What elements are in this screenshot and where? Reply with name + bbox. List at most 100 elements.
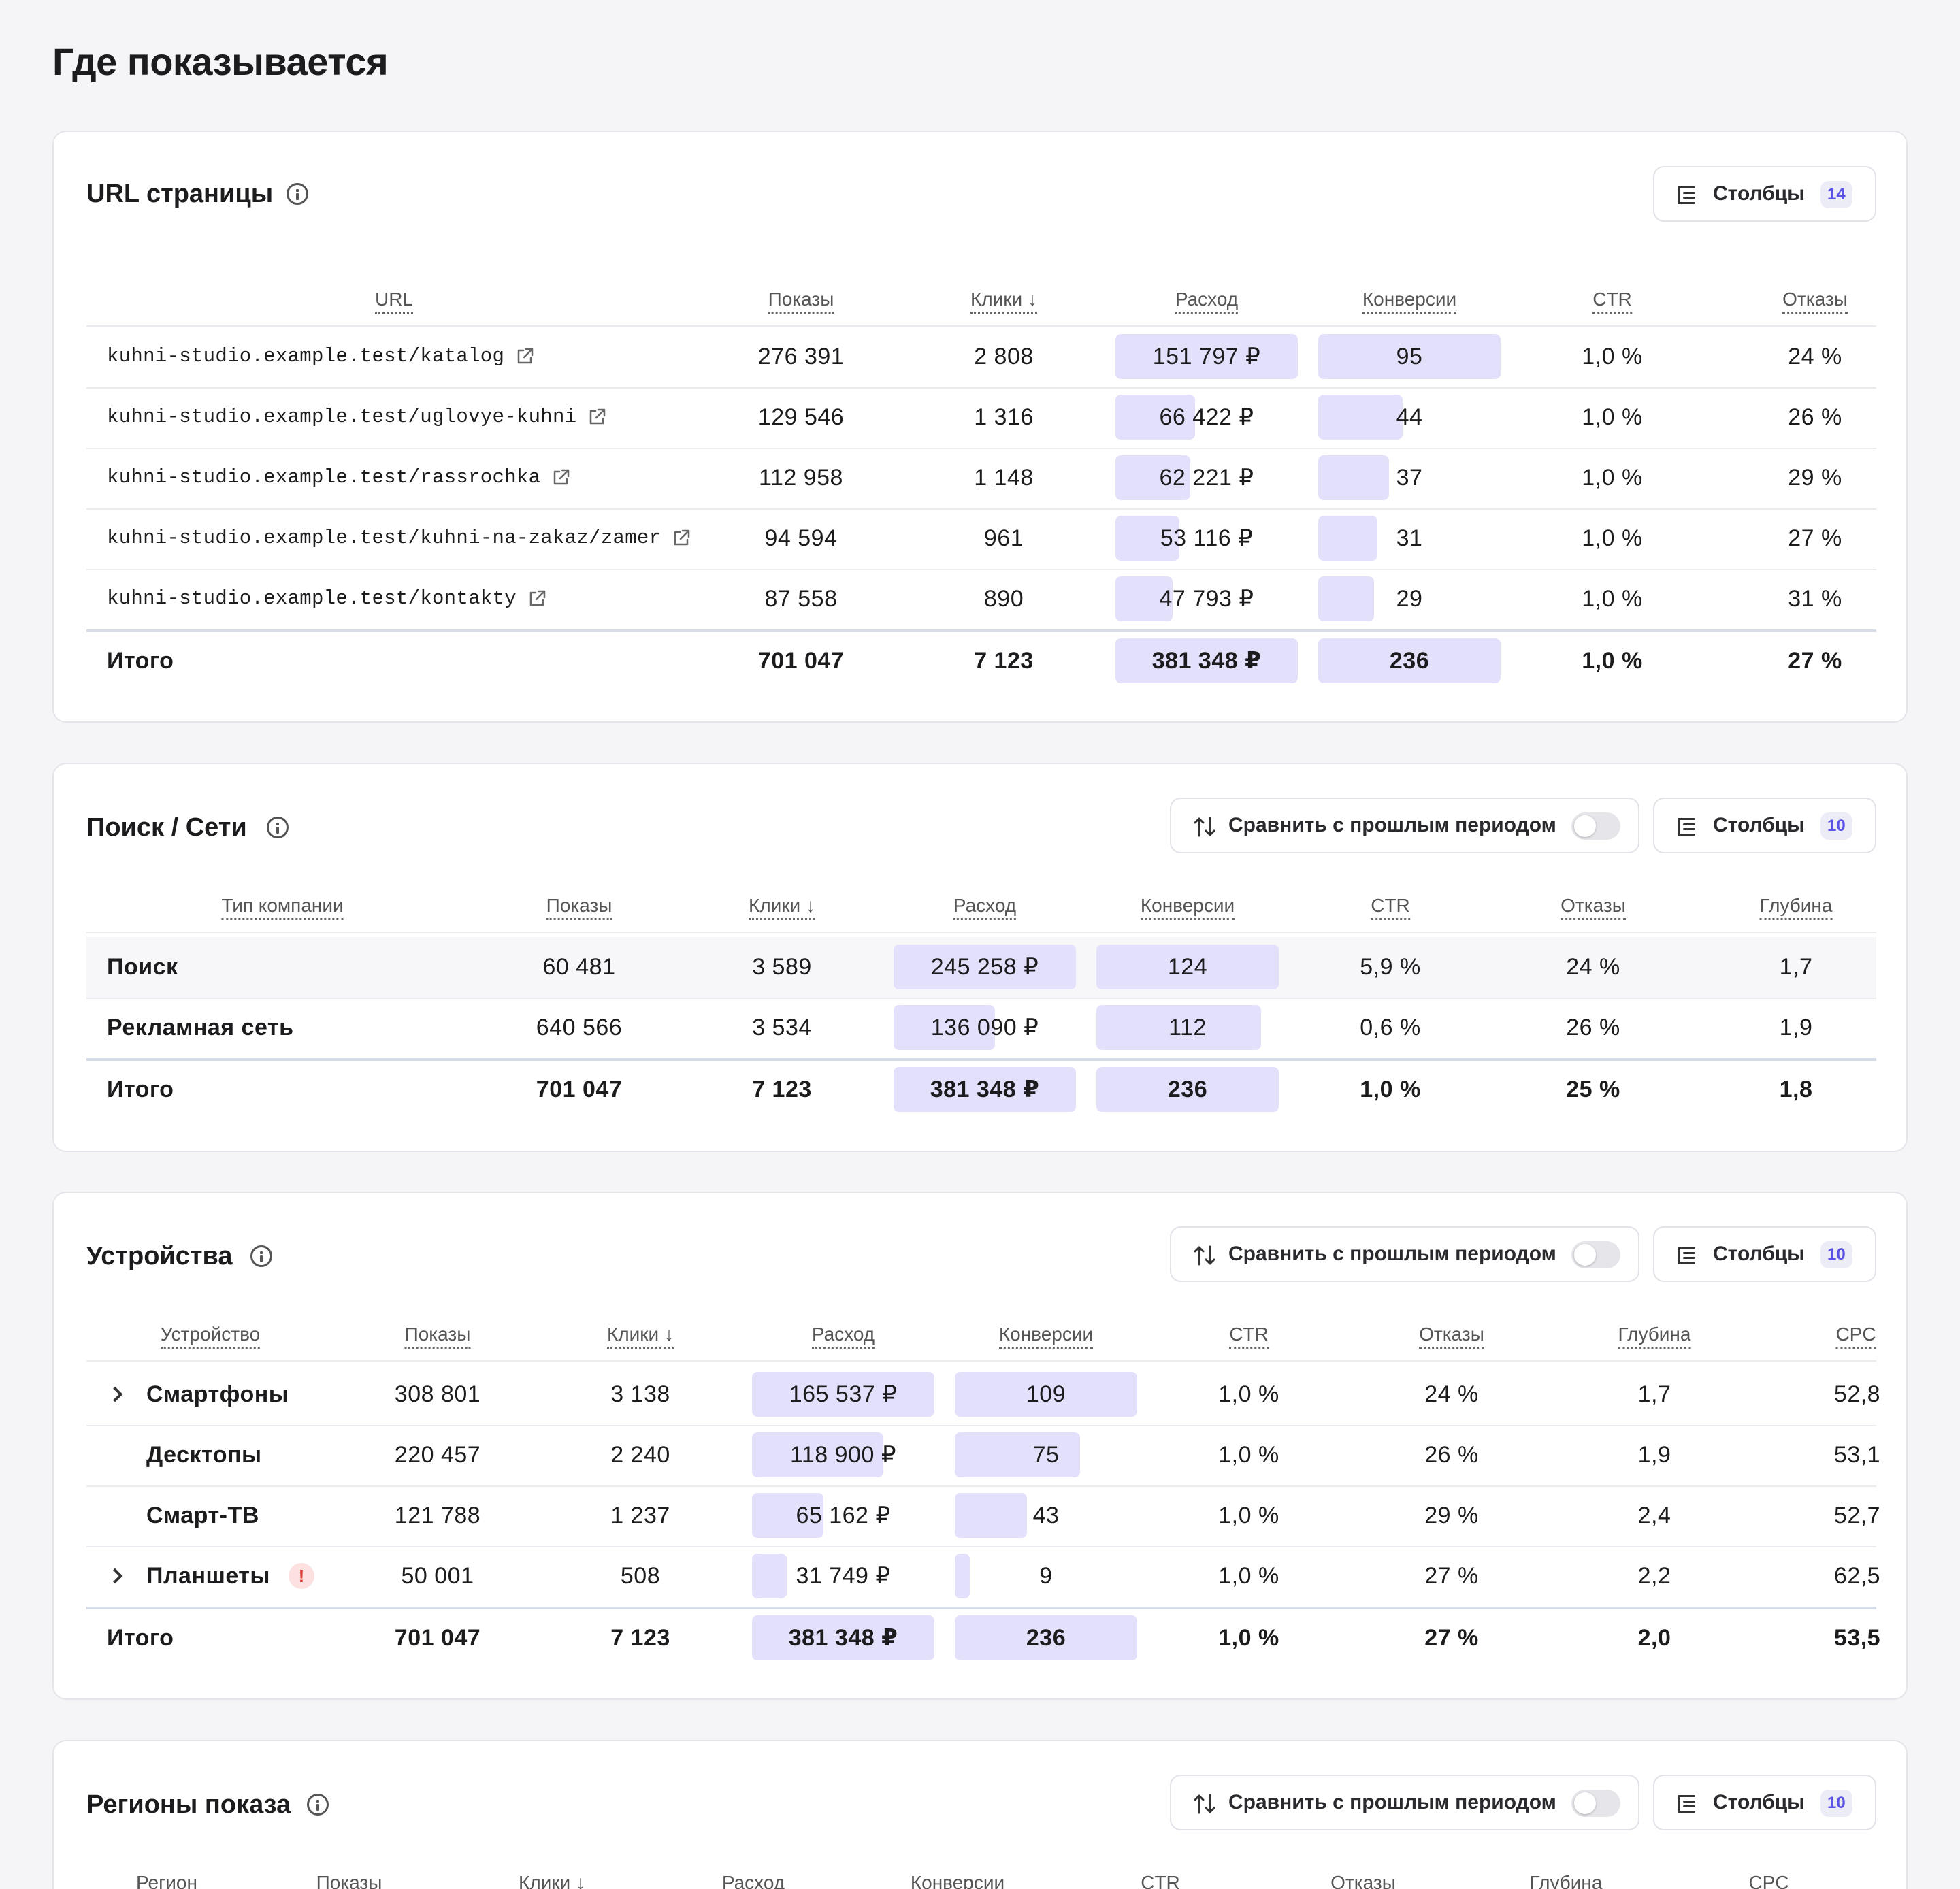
total-clicks: 7 123	[610, 1625, 670, 1651]
columns-count-badge: 10	[1820, 1790, 1852, 1817]
columns-button[interactable]: Столбцы 14	[1653, 166, 1876, 222]
cell-shows: 112 958	[759, 465, 843, 491]
col-header-shows[interactable]: Показы	[404, 1322, 471, 1349]
header-divider	[86, 932, 1876, 933]
col-header-shows[interactable]: Показы	[546, 893, 612, 920]
external-link-icon[interactable]	[587, 408, 606, 427]
value-bar	[752, 1554, 787, 1598]
col-header-conversions[interactable]: Конверсии	[911, 1871, 1004, 1889]
col-header-bounce[interactable]: Отказы	[1330, 1871, 1396, 1889]
col-header-clicks[interactable]: Клики ↓	[519, 1871, 585, 1889]
chevron-right-icon[interactable]	[107, 1386, 123, 1402]
col-header-name[interactable]: Устройство	[160, 1322, 261, 1349]
columns-button[interactable]: Столбцы 10	[1653, 1226, 1876, 1282]
cell-depth: 2,4	[1637, 1502, 1671, 1528]
col-header-name[interactable]: URL	[374, 287, 414, 314]
columns-count-badge: 10	[1820, 812, 1852, 840]
col-header-spend[interactable]: Расход	[953, 893, 1017, 920]
row-name[interactable]: Планшеты	[146, 1562, 270, 1590]
external-link-icon[interactable]	[515, 347, 534, 366]
row-name[interactable]: Смартфоны	[146, 1381, 289, 1408]
row-url-link[interactable]: kuhni-studio.example.test/uglovye-kuhni	[107, 404, 576, 431]
cell-ctr: 1,0 %	[1218, 1381, 1279, 1407]
cell-conv: 29	[1396, 586, 1423, 612]
cell-cpc: 52,7	[1833, 1502, 1881, 1528]
external-link-icon[interactable]	[527, 589, 546, 608]
chevron-right-icon[interactable]	[107, 1568, 123, 1584]
col-header-ctr[interactable]: CTR	[1141, 1871, 1180, 1889]
compare-toggle[interactable]	[1571, 1241, 1620, 1268]
total-divider	[86, 629, 1876, 632]
cell-bounce: 27 %	[1424, 1563, 1479, 1589]
col-header-depth[interactable]: Глубина	[1618, 1322, 1691, 1349]
col-header-bounce[interactable]: Отказы	[1561, 893, 1626, 920]
columns-count-badge: 10	[1820, 1241, 1852, 1268]
cell-depth: 1,9	[1637, 1442, 1671, 1468]
col-header-clicks[interactable]: Клики ↓	[607, 1322, 674, 1349]
compare-button[interactable]: Сравнить с прошлым периодом	[1170, 798, 1639, 853]
col-header-spend[interactable]: Расход	[811, 1322, 875, 1349]
columns-label: Столбцы	[1713, 814, 1805, 836]
compare-toggle[interactable]	[1571, 812, 1620, 840]
columns-button[interactable]: Столбцы 10	[1653, 798, 1876, 853]
row-url-link[interactable]: kuhni-studio.example.test/rassrochka	[107, 464, 540, 491]
cell-bounce: 24 %	[1788, 344, 1842, 369]
col-header-clicks[interactable]: Клики ↓	[970, 287, 1037, 314]
compare-button[interactable]: Сравнить с прошлым периодом	[1170, 1226, 1639, 1282]
warning-icon[interactable]: !	[289, 1563, 314, 1589]
columns-button[interactable]: Столбцы 10	[1653, 1775, 1876, 1830]
col-header-clicks[interactable]: Клики ↓	[749, 893, 815, 920]
row-url-link[interactable]: kuhni-studio.example.test/kuhni-na-zakaz…	[107, 525, 661, 552]
total-label: Итого	[107, 1625, 174, 1651]
col-header-cpc[interactable]: CPC	[1748, 1871, 1788, 1889]
cell-spend: 118 900 ₽	[790, 1442, 896, 1468]
col-header-spend[interactable]: Расход	[1175, 287, 1239, 314]
col-header-ctr[interactable]: CTR	[1592, 287, 1632, 314]
col-header-conversions[interactable]: Конверсии	[1362, 287, 1457, 314]
col-header-shows[interactable]: Показы	[316, 1871, 382, 1889]
row-name[interactable]: Смарт-ТВ	[146, 1502, 259, 1529]
col-header-cpc[interactable]: CPC	[1835, 1322, 1876, 1349]
cell-bounce: 26 %	[1424, 1442, 1479, 1468]
url-pages-title: URL страницы	[86, 180, 274, 208]
col-header-depth[interactable]: Глубина	[1530, 1871, 1603, 1889]
external-link-icon[interactable]	[551, 468, 570, 487]
col-header-shows[interactable]: Показы	[768, 287, 834, 314]
info-icon[interactable]	[307, 1794, 329, 1816]
row-name[interactable]: Десктопы	[146, 1441, 262, 1468]
col-header-spend[interactable]: Расход	[722, 1871, 785, 1889]
cell-spend: 62 221 ₽	[1159, 465, 1254, 491]
col-header-conversions[interactable]: Конверсии	[998, 1322, 1094, 1349]
col-header-bounce[interactable]: Отказы	[1782, 287, 1848, 314]
col-header-ctr[interactable]: CTR	[1229, 1322, 1269, 1349]
total-clicks: 7 123	[974, 648, 1034, 674]
info-icon[interactable]	[250, 1245, 272, 1267]
sort-arrows-icon	[1194, 817, 1215, 837]
external-link-icon[interactable]	[672, 529, 691, 548]
cell-spend: 136 090 ₽	[930, 1015, 1039, 1040]
col-header-conversions[interactable]: Конверсии	[1140, 893, 1235, 920]
cell-clicks: 961	[983, 525, 1024, 551]
col-header-name[interactable]: Тип компании	[221, 893, 344, 920]
total-conv: 236	[1389, 648, 1430, 674]
col-header-bounce[interactable]: Отказы	[1419, 1322, 1484, 1349]
row-url-link[interactable]: kuhni-studio.example.test/kontakty	[107, 585, 517, 612]
cell-spend: 53 116 ₽	[1160, 525, 1254, 551]
compare-button[interactable]: Сравнить с прошлым периодом	[1170, 1775, 1639, 1830]
row-name: Поиск	[107, 954, 178, 980]
header-divider	[86, 1360, 1876, 1362]
row-url-link[interactable]: kuhni-studio.example.test/katalog	[107, 343, 504, 370]
info-icon[interactable]	[267, 817, 289, 838]
cell-clicks: 1 237	[610, 1502, 670, 1528]
compare-toggle[interactable]	[1571, 1790, 1620, 1817]
col-header-depth[interactable]: Глубина	[1759, 893, 1833, 920]
cell-clicks: 3 534	[752, 1015, 812, 1040]
total-cpc: 53,5	[1833, 1625, 1881, 1651]
cell-bounce: 26 %	[1566, 1015, 1620, 1040]
col-header-ctr[interactable]: CTR	[1371, 893, 1410, 920]
info-icon[interactable]	[287, 183, 308, 205]
col-header-name[interactable]: Регион	[136, 1871, 197, 1889]
cell-conv: 9	[1039, 1563, 1053, 1589]
total-label: Итого	[107, 648, 174, 674]
row-divider	[86, 447, 1876, 449]
